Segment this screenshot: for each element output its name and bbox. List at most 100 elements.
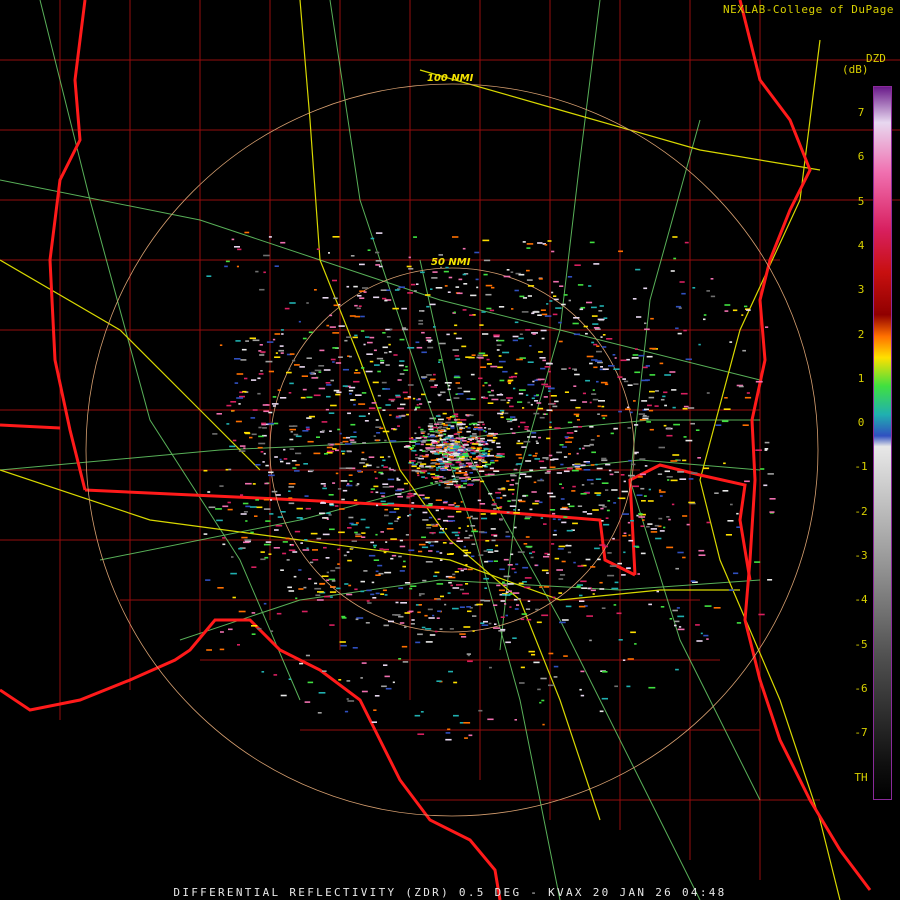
- radar-return-gate: [519, 295, 525, 298]
- radar-return-gate: [397, 495, 403, 498]
- radar-return-gate: [355, 535, 362, 538]
- radar-return-gate: [291, 544, 295, 547]
- radar-return-gate: [205, 579, 211, 581]
- radar-return-gate: [469, 314, 474, 316]
- radar-return-gate: [432, 271, 438, 273]
- radar-return-gate: [375, 260, 382, 262]
- radar-return-gate: [235, 340, 241, 342]
- radar-return-gate: [573, 385, 577, 387]
- radar-return-gate: [638, 413, 646, 415]
- radar-return-gate: [545, 362, 553, 365]
- radar-return-gate: [432, 426, 439, 429]
- radar-return-gate: [568, 299, 571, 302]
- radar-return-gate: [644, 408, 649, 411]
- radar-return-gate: [641, 400, 648, 402]
- colorbar-tick-label: -3: [854, 549, 868, 562]
- radar-return-gate: [531, 436, 537, 438]
- radar-return-gate: [302, 430, 309, 432]
- radar-return-gate: [520, 618, 525, 621]
- radar-return-gate: [549, 426, 552, 429]
- radar-return-gate: [649, 374, 656, 376]
- radar-return-gate: [532, 502, 539, 505]
- radar-return-gate: [275, 494, 281, 496]
- radar-return-gate: [273, 547, 280, 549]
- radar-return-gate: [342, 489, 348, 492]
- radar-return-gate: [268, 236, 272, 238]
- radar-return-gate: [274, 456, 278, 458]
- radar-return-gate: [264, 482, 269, 485]
- radar-return-gate: [326, 579, 330, 581]
- radar-return-gate: [323, 485, 326, 487]
- radar-return-gate: [590, 566, 596, 568]
- radar-return-gate: [634, 451, 639, 454]
- radar-return-gate: [332, 361, 335, 363]
- radar-return-gate: [350, 436, 357, 438]
- radar-return-gate: [355, 369, 358, 371]
- radar-return-gate: [453, 714, 459, 717]
- radar-return-gate: [399, 570, 405, 572]
- radar-return-gate: [565, 605, 572, 608]
- radar-return-gate: [497, 339, 505, 342]
- radar-return-gate: [538, 436, 541, 439]
- radar-return-gate: [457, 568, 463, 570]
- radar-return-gate: [628, 459, 632, 462]
- radar-return-gate: [451, 466, 458, 469]
- radar-return-gate: [546, 409, 553, 411]
- radar-return-gate: [539, 357, 546, 359]
- radar-return-gate: [375, 491, 379, 494]
- radar-return-gate: [659, 362, 664, 365]
- radar-return-gate: [483, 273, 488, 276]
- radar-return-gate: [370, 491, 374, 493]
- radar-return-gate: [472, 468, 478, 471]
- radar-return-gate: [403, 560, 406, 563]
- colorbar-tick-label: 7: [857, 106, 865, 119]
- radar-return-gate: [442, 477, 447, 479]
- radar-return-gate: [265, 360, 273, 363]
- radar-return-gate: [251, 625, 258, 627]
- radar-return-gate: [516, 604, 520, 606]
- radar-return-gate: [323, 369, 331, 371]
- radar-return-gate: [605, 517, 609, 519]
- radar-return-gate: [571, 469, 579, 472]
- radar-return-gate: [416, 404, 419, 406]
- radar-return-gate: [346, 450, 351, 452]
- radar-return-gate: [567, 551, 572, 554]
- radar-return-gate: [650, 528, 657, 530]
- radar-return-gate: [484, 560, 489, 563]
- radar-return-gate: [670, 270, 675, 272]
- radar-return-gate: [257, 627, 262, 630]
- radar-return-gate: [438, 460, 443, 463]
- radar-return-gate: [471, 467, 476, 469]
- radar-return-gate: [514, 289, 519, 292]
- radar-return-gate: [232, 596, 236, 599]
- radar-return-gate: [263, 271, 266, 274]
- radar-return-gate: [437, 429, 444, 432]
- radar-return-gate: [335, 472, 339, 475]
- radar-return-gate: [540, 517, 544, 519]
- radar-return-gate: [360, 330, 365, 332]
- radar-return-gate: [383, 548, 389, 551]
- radar-return-gate: [507, 500, 511, 502]
- radar-return-gate: [490, 365, 498, 368]
- radar-return-gate: [498, 360, 506, 363]
- radar-return-gate: [448, 456, 454, 458]
- radar-return-gate: [268, 370, 274, 373]
- radar-return-gate: [448, 670, 453, 673]
- radar-return-gate: [350, 441, 357, 443]
- ring-label-50nmi: 50 NMI: [431, 257, 471, 268]
- radar-return-gate: [496, 442, 501, 445]
- radar-return-gate: [613, 604, 617, 606]
- radar-return-gate: [609, 473, 614, 476]
- radar-return-gate: [408, 514, 412, 516]
- radar-return-gate: [255, 270, 259, 273]
- radar-return-gate: [356, 522, 359, 524]
- radar-return-gate: [355, 484, 359, 487]
- radar-return-gate: [410, 440, 418, 443]
- radar-return-gate: [515, 563, 519, 566]
- radar-return-gate: [486, 307, 492, 310]
- radar-return-gate: [628, 534, 631, 537]
- radar-return-gate: [239, 395, 245, 398]
- radar-return-gate: [431, 532, 434, 535]
- radar-return-gate: [527, 436, 530, 438]
- radar-return-gate: [344, 339, 348, 342]
